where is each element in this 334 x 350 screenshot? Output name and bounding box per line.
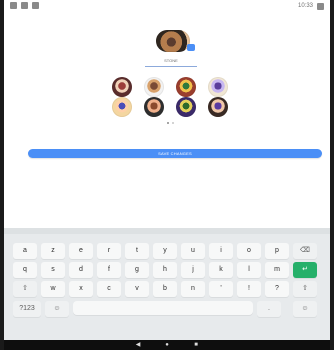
avatar-option-2[interactable] [144, 77, 164, 97]
profile-avatar[interactable] [156, 30, 190, 52]
key-b[interactable]: b [153, 281, 177, 297]
keyboard-top-strip [4, 228, 330, 234]
spacebar[interactable] [73, 301, 253, 315]
soft-keyboard: a z e r t y u i o p ⌫ q s d f g h j k l … [4, 228, 330, 340]
status-left [10, 2, 39, 9]
pager-dot-active [167, 122, 169, 124]
recents-icon[interactable]: ■ [192, 342, 200, 348]
key-e[interactable]: e [69, 243, 93, 259]
shift-left-key[interactable]: ⇧ [13, 281, 37, 297]
avatar-pager [167, 122, 174, 124]
avatar-option-4[interactable] [208, 77, 228, 97]
key-j[interactable]: j [181, 262, 205, 278]
key-x[interactable]: x [69, 281, 93, 297]
key-q[interactable]: q [13, 262, 37, 278]
notification-icon [21, 2, 28, 9]
key-y[interactable]: y [153, 243, 177, 259]
name-input[interactable]: STONE [145, 57, 197, 67]
key-a[interactable]: a [13, 243, 37, 259]
edit-avatar-icon[interactable] [187, 44, 195, 51]
status-right: 10:33 [298, 2, 324, 10]
device-screen: 10:33 STONE SAVE CHANGES a z e r t y u i [0, 0, 334, 350]
avatar-option-8[interactable] [208, 97, 228, 117]
status-time: 10:33 [297, 3, 313, 9]
system-nav-bar: ◀ ● ■ [4, 340, 330, 350]
avatar-option-3[interactable] [176, 77, 196, 97]
key-s[interactable]: s [41, 262, 65, 278]
symbols-key[interactable]: ?123 [13, 301, 41, 317]
status-bar: 10:33 [4, 0, 330, 14]
key-g[interactable]: g [125, 262, 149, 278]
key-question[interactable]: ? [265, 281, 289, 297]
key-p[interactable]: p [265, 243, 289, 259]
emoji-key-right[interactable]: ☺ [293, 301, 317, 317]
key-exclamation[interactable]: ! [237, 281, 261, 297]
enter-key[interactable]: ↵ [293, 262, 317, 278]
battery-icon [317, 2, 324, 10]
keyboard-row-3: ⇧ w x c v b n ' ! ? ⇧ [4, 281, 330, 297]
emoji-key[interactable]: ☺ [45, 301, 69, 317]
pager-dot [172, 122, 174, 124]
back-icon[interactable]: ◀ [134, 342, 142, 348]
keyboard-row-1: a z e r t y u i o p ⌫ [4, 243, 330, 259]
avatar-option-5[interactable] [112, 97, 132, 117]
shift-right-key[interactable]: ⇧ [293, 281, 317, 297]
key-apostrophe[interactable]: ' [209, 281, 233, 297]
key-t[interactable]: t [125, 243, 149, 259]
backspace-key[interactable]: ⌫ [293, 243, 317, 259]
key-r[interactable]: r [97, 243, 121, 259]
key-o[interactable]: o [237, 243, 261, 259]
key-i[interactable]: i [209, 243, 233, 259]
home-icon[interactable]: ● [163, 342, 171, 348]
key-l[interactable]: l [237, 262, 261, 278]
key-h[interactable]: h [153, 262, 177, 278]
key-w[interactable]: w [41, 281, 65, 297]
save-changes-button[interactable]: SAVE CHANGES [28, 149, 322, 158]
key-k[interactable]: k [209, 262, 233, 278]
key-d[interactable]: d [69, 262, 93, 278]
period-key[interactable]: . [257, 301, 281, 317]
key-z[interactable]: z [41, 243, 65, 259]
key-f[interactable]: f [97, 262, 121, 278]
app-icon [10, 2, 17, 9]
key-n[interactable]: n [181, 281, 205, 297]
key-c[interactable]: c [97, 281, 121, 297]
camera-icon [32, 2, 39, 9]
avatar-picker [109, 77, 231, 117]
key-v[interactable]: v [125, 281, 149, 297]
avatar-option-1[interactable] [112, 77, 132, 97]
avatar-option-7[interactable] [176, 97, 196, 117]
key-m[interactable]: m [265, 262, 289, 278]
keyboard-row-2: q s d f g h j k l m ↵ [4, 262, 330, 278]
key-u[interactable]: u [181, 243, 205, 259]
avatar-option-6[interactable] [144, 97, 164, 117]
keyboard-row-4: ?123 ☺ . ☺ [4, 301, 330, 317]
